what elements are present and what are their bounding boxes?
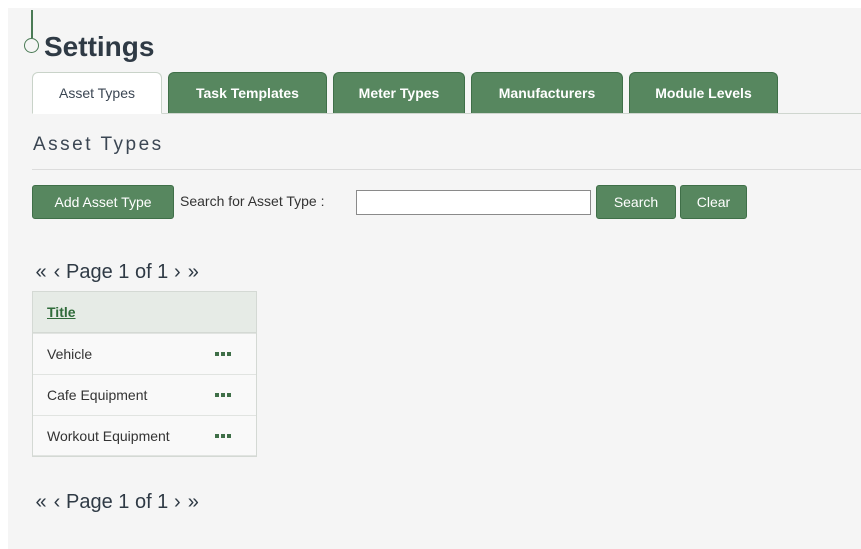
tab-task-templates[interactable]: Task Templates (168, 72, 327, 113)
tab-module-levels[interactable]: Module Levels (629, 72, 778, 113)
section-title: Asset Types (33, 134, 164, 155)
first-page-icon[interactable]: « (32, 261, 50, 284)
next-page-icon[interactable]: › (170, 491, 184, 514)
table-row: Vehicle (33, 333, 256, 374)
next-page-icon[interactable]: › (170, 261, 184, 284)
timeline-marker-icon (24, 38, 39, 53)
tab-asset-types[interactable]: Asset Types (32, 72, 162, 114)
more-dots-icon[interactable] (215, 350, 231, 358)
page-title: Settings (44, 31, 155, 62)
page-indicator: Page 1 of 1 (66, 260, 169, 283)
table-row: Workout Equipment (33, 415, 256, 456)
pager-top: « ‹ Page 1 of 1 › » (32, 259, 202, 285)
page-indicator: Page 1 of 1 (66, 490, 169, 513)
asset-types-table: Title Vehicle Cafe Equipment Workout Equ… (32, 291, 257, 457)
more-dots-icon[interactable] (215, 391, 231, 399)
search-button[interactable]: Search (596, 185, 676, 219)
pager-bottom: « ‹ Page 1 of 1 › » (32, 489, 202, 515)
more-dots-icon[interactable] (215, 432, 231, 440)
tab-divider (162, 113, 861, 114)
title-column-sort-link[interactable]: Title (47, 304, 76, 320)
timeline-line (31, 10, 33, 38)
table-header: Title (33, 292, 256, 333)
settings-tabs: Asset Types Task Templates Meter Types M… (32, 72, 778, 114)
tab-meter-types[interactable]: Meter Types (333, 72, 465, 113)
section-divider (32, 169, 861, 170)
search-input[interactable] (356, 190, 591, 215)
add-asset-type-button[interactable]: Add Asset Type (32, 185, 174, 219)
tab-manufacturers[interactable]: Manufacturers (471, 72, 623, 113)
clear-button[interactable]: Clear (680, 185, 747, 219)
prev-page-icon[interactable]: ‹ (50, 261, 64, 284)
last-page-icon[interactable]: » (184, 491, 202, 514)
prev-page-icon[interactable]: ‹ (50, 491, 64, 514)
last-page-icon[interactable]: » (184, 261, 202, 284)
search-label: Search for Asset Type : (180, 193, 325, 209)
table-row: Cafe Equipment (33, 374, 256, 415)
first-page-icon[interactable]: « (32, 491, 50, 514)
